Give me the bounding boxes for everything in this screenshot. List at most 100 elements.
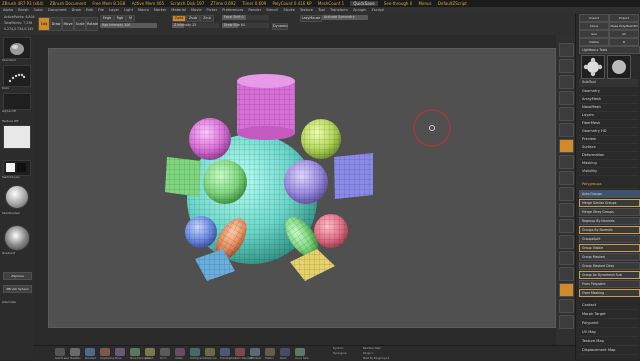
brush-trimadaptive-icon[interactable] <box>220 348 230 356</box>
menu-alpha[interactable]: Alpha <box>3 8 13 12</box>
scale-button[interactable]: Scale <box>74 17 86 31</box>
polygroup-groupssplit-button[interactable]: GroupsSplit <box>579 235 640 243</box>
polygroup-group-visible-button[interactable]: Group Visible <box>579 244 640 252</box>
menu-stencil[interactable]: Stencil <box>266 8 278 12</box>
menu-tool[interactable]: Tool <box>318 8 325 12</box>
quicksave-button[interactable]: QuickSave <box>350 1 378 6</box>
clone-button[interactable]: Clone <box>579 22 609 30</box>
brush-slash-icon[interactable] <box>280 348 290 356</box>
secondary-color[interactable] <box>17 163 26 172</box>
salmon-sphere-mesh[interactable] <box>314 214 348 248</box>
move-button[interactable]: Move <box>62 17 74 31</box>
brush-curve-tube-icon[interactable] <box>295 348 305 356</box>
polygroup-merge-stray-groups-button[interactable]: Merge Stray Groups <box>579 208 640 216</box>
magenta-sphere-mesh[interactable] <box>189 118 231 160</box>
menu-layer[interactable]: Layer <box>109 8 119 12</box>
polygroup-regroup-by-normals-button[interactable]: Regroup By Normals <box>579 217 640 225</box>
zsub-button[interactable]: Zsub <box>186 15 200 22</box>
all-button[interactable]: All <box>609 30 639 38</box>
edit-button[interactable]: Edit <box>38 17 50 31</box>
subpalette-fibermesh[interactable]: FiberMesh <box>579 120 638 128</box>
zoom-icon[interactable] <box>559 91 574 105</box>
rgb-button[interactable]: Rgb <box>114 15 126 22</box>
default-zscript-button[interactable]: DefaultZScript <box>438 1 467 6</box>
green-sphere-mesh[interactable] <box>203 160 247 204</box>
menu-texture[interactable]: Texture <box>300 8 313 12</box>
model-view[interactable] <box>49 49 555 327</box>
brush-zmodeler-icon[interactable] <box>250 348 260 356</box>
document-viewport[interactable] <box>48 48 556 328</box>
zadd-button[interactable]: Zadd <box>172 15 186 22</box>
see-through-slider[interactable]: See-through 0 <box>384 1 412 6</box>
menu-zscript[interactable]: Zscript <box>371 8 383 12</box>
subpalette-uv-map[interactable]: UV Map <box>579 329 638 337</box>
move-icon[interactable] <box>559 219 574 233</box>
color-picker-wheel[interactable] <box>4 225 30 251</box>
lazy-mouse-button[interactable]: LazyMouse <box>300 15 322 22</box>
bpr-icon[interactable] <box>559 43 574 57</box>
brush-maskpen-icon[interactable] <box>70 348 80 356</box>
brush-thumbnail[interactable] <box>3 37 31 59</box>
menu-macro[interactable]: Macro <box>138 8 149 12</box>
m-button[interactable]: M <box>126 15 135 22</box>
brush-clipcurve-icon[interactable] <box>205 348 215 356</box>
linefill-icon[interactable] <box>559 267 574 281</box>
lime-sphere-mesh[interactable] <box>301 119 341 159</box>
violet-cube-mesh[interactable] <box>334 153 373 199</box>
brush-flatten-icon[interactable] <box>265 348 275 356</box>
menu-document[interactable]: Document <box>48 8 67 12</box>
rotate-button[interactable]: Rotate <box>86 17 98 31</box>
polygroup-merge-similar-groups-button[interactable]: Merge Similar Groups <box>579 199 640 207</box>
frame-icon[interactable] <box>559 203 574 217</box>
subpalette-surface[interactable]: Surface <box>579 144 638 152</box>
subpalette-contact[interactable]: Contact <box>579 302 638 310</box>
subpalette-preview[interactable]: Preview <box>579 136 638 144</box>
goz-button[interactable]: Goz <box>579 30 609 38</box>
polygroup-groups-by-normals-button[interactable]: Groups By Normals <box>579 226 640 234</box>
polygroup-group-masked-button[interactable]: Group Masked <box>579 253 640 261</box>
menu-material[interactable]: Material <box>171 8 186 12</box>
zbrush-sphere-button[interactable]: ZBrush Sphere <box>3 285 32 293</box>
xyz-icon[interactable] <box>559 187 574 201</box>
texture-thumbnail[interactable] <box>3 125 31 149</box>
cylinder-mesh[interactable] <box>237 74 295 140</box>
polygroup-from-masking-button[interactable]: From Masking <box>579 289 640 297</box>
green-cube-mesh[interactable] <box>165 157 201 197</box>
zsphere-button[interactable]: ZSphere <box>3 272 32 280</box>
menu-light[interactable]: Light <box>124 8 133 12</box>
floor-icon[interactable] <box>559 155 574 169</box>
blue-sphere-mesh[interactable] <box>185 216 217 248</box>
mrgb-button[interactable]: Mrgb <box>100 15 114 22</box>
persp-icon[interactable] <box>559 139 574 153</box>
draw-button[interactable]: Draw <box>50 17 62 31</box>
polyf-icon[interactable] <box>559 283 574 297</box>
subpalette-morph-target[interactable]: Morph Target <box>579 311 638 319</box>
yellow-pyramid-mesh[interactable] <box>290 249 335 281</box>
subtool-header[interactable]: SubTool <box>579 79 638 87</box>
tool-thumbnail[interactable] <box>581 55 605 79</box>
zcut-button[interactable]: Zcut <box>200 15 214 22</box>
material-sphere[interactable] <box>5 185 29 209</box>
subtool-thumbnail[interactable] <box>607 55 631 79</box>
focal-shift-slider[interactable]: Focal Shift 0 <box>222 15 269 20</box>
brush-claybuildup-icon[interactable] <box>100 348 110 356</box>
brush-pinch-icon[interactable] <box>160 348 170 356</box>
menu-zplugin[interactable]: Zplugin <box>353 8 367 12</box>
activate-symmetry-button[interactable]: Activate Symmetry <box>322 15 368 20</box>
brush-selectlasso-icon[interactable] <box>55 348 65 356</box>
draw-size-slider[interactable]: Draw Size 64 <box>222 23 269 28</box>
menu-render[interactable]: Render <box>248 8 261 12</box>
subpalette-layers[interactable]: Layers <box>579 112 638 120</box>
menu-marker[interactable]: Marker <box>154 8 166 12</box>
lightbox-tools-button[interactable]: Lightbox ▸ Tools <box>579 46 640 54</box>
brush-standard-icon[interactable] <box>85 348 95 356</box>
dynamic-button[interactable]: Dynamic <box>272 23 288 30</box>
main-color[interactable] <box>6 163 15 172</box>
brush-move-topological-icon[interactable] <box>130 348 140 356</box>
export-button[interactable]: Export <box>609 14 639 22</box>
menu-color[interactable]: Color <box>34 8 43 12</box>
actual-icon[interactable] <box>559 107 574 121</box>
menu-brush[interactable]: Brush <box>18 8 28 12</box>
r-button[interactable]: R <box>609 38 639 46</box>
transp-icon[interactable] <box>559 299 574 313</box>
